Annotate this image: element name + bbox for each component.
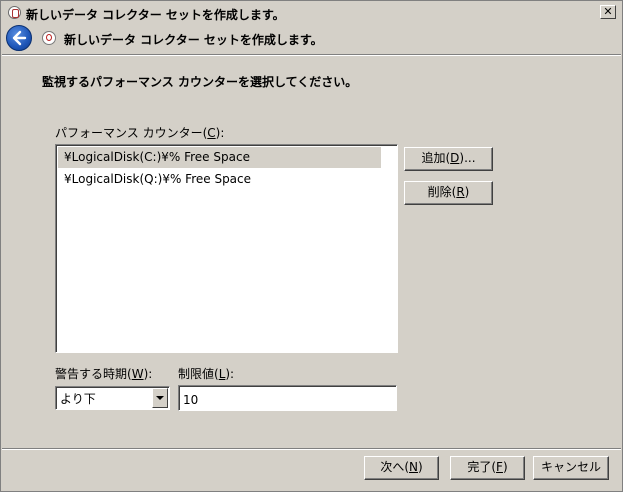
instruction-text: 監視するパフォーマンス カウンターを選択してください。 — [42, 75, 358, 89]
list-item[interactable]: ¥LogicalDisk(C:)¥% Free Space — [58, 147, 381, 168]
close-icon: ✕ — [603, 5, 613, 18]
limit-input[interactable] — [178, 385, 397, 411]
finish-button[interactable]: 完了(F) — [450, 456, 525, 480]
back-button[interactable] — [6, 25, 32, 51]
dropdown-arrow-icon[interactable] — [152, 388, 168, 408]
alert-when-label: 警告する時期(W): — [55, 367, 153, 381]
add-counter-button[interactable]: 追加(D)... — [404, 147, 493, 171]
remove-counter-button[interactable]: 削除(R) — [404, 181, 493, 205]
alert-when-select[interactable]: より下 — [55, 386, 170, 410]
wizard-window: 新しいデータ コレクター セットを作成します。 ✕ 新しいデータ コレクター セ… — [0, 0, 623, 492]
next-button[interactable]: 次へ(N) — [364, 456, 439, 480]
data-collector-icon — [42, 31, 56, 45]
counters-listbox[interactable]: ¥LogicalDisk(C:)¥% Free Space ¥LogicalDi… — [55, 144, 398, 353]
counters-label: パフォーマンス カウンター(C): — [55, 126, 225, 140]
window-title: 新しいデータ コレクター セットを作成します。 — [26, 8, 285, 22]
footer-divider — [2, 448, 621, 450]
header-divider — [2, 54, 621, 56]
wizard-header: 新しいデータ コレクター セットを作成します。 — [2, 24, 621, 54]
performance-monitor-icon — [8, 6, 21, 19]
back-arrow-icon — [12, 30, 27, 46]
close-button[interactable]: ✕ — [600, 5, 616, 19]
alert-when-value: より下 — [60, 392, 96, 406]
title-bar: 新しいデータ コレクター セットを作成します。 ✕ — [2, 2, 621, 24]
page-title: 新しいデータ コレクター セットを作成します。 — [64, 33, 323, 47]
list-item[interactable]: ¥LogicalDisk(Q:)¥% Free Space — [58, 169, 381, 190]
limit-label: 制限値(L): — [178, 367, 235, 381]
cancel-button[interactable]: キャンセル — [533, 456, 609, 480]
